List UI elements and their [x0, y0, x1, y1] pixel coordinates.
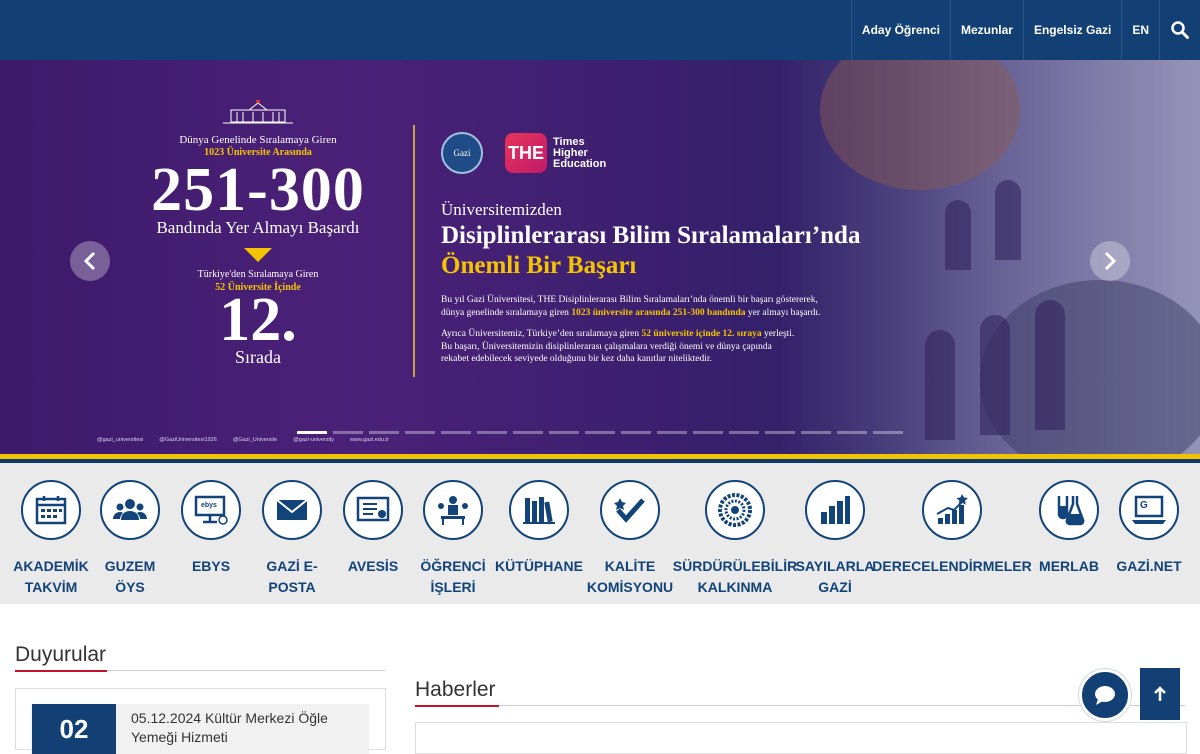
slider-dot[interactable]	[441, 431, 471, 434]
slider-dot[interactable]	[297, 431, 327, 434]
slider-dot[interactable]	[837, 431, 867, 434]
headline-intro: Üniversitemizden	[441, 200, 562, 219]
nav-engelsiz-gazi[interactable]: Engelsiz Gazi	[1022, 0, 1121, 60]
chat-button[interactable]	[1079, 669, 1131, 721]
news-panel	[415, 722, 1187, 754]
slider-dot[interactable]	[765, 431, 795, 434]
ranking-summary: Dünya Genelinde Sıralamaya Giren 1023 Ün…	[130, 100, 386, 368]
quick-link-circle[interactable]: G	[1119, 480, 1179, 540]
chat-bubble-icon	[1095, 686, 1115, 705]
slider-next-button[interactable]	[1090, 241, 1130, 281]
quick-link-circle[interactable]	[600, 480, 660, 540]
hero-logos: Gazi THE Times Higher Education	[441, 132, 606, 174]
slider-dot[interactable]	[657, 431, 687, 434]
hero-description: Bu yıl Gazi Üniversitesi, THE Disiplinle…	[441, 294, 911, 375]
slider-dot[interactable]	[693, 431, 723, 434]
news-underline	[415, 705, 1185, 707]
website-url: www.gazi.edu.tr	[349, 437, 389, 443]
quick-link-label-line2: ÖYS	[115, 579, 145, 595]
slider-dot[interactable]	[333, 431, 363, 434]
search-icon	[1171, 21, 1189, 39]
chevron-right-icon	[1104, 251, 1117, 271]
divider	[413, 125, 415, 377]
scroll-top-button[interactable]	[1140, 668, 1180, 720]
top-nav: Aday Öğrenci Mezunlar Engelsiz Gazi EN	[850, 0, 1200, 60]
slider-dot[interactable]	[369, 431, 399, 434]
arrow-up-icon	[1154, 686, 1166, 701]
nav-mezunlar[interactable]: Mezunlar	[949, 0, 1023, 60]
linkedin-handle: @gazi-university	[293, 437, 334, 443]
quick-link-circle[interactable]	[922, 480, 982, 540]
news-title: Haberler	[415, 678, 496, 701]
quick-link-label-line2: POSTA	[268, 579, 316, 595]
quality-check-icon	[614, 498, 645, 523]
turkey-rank: 12.	[219, 286, 297, 354]
the-text-1: Times	[553, 135, 585, 148]
announcement-title[interactable]: 05.12.2024 Kültür Merkezi Öğle Yemeği Hi…	[131, 709, 351, 747]
instagram-handle: @gazi_universitesi	[97, 437, 144, 443]
the-text-3: Education	[553, 157, 607, 170]
slider-dot[interactable]	[549, 431, 579, 434]
palace-logo-icon	[223, 100, 293, 124]
slider-dot[interactable]	[801, 431, 831, 434]
announcements-underline	[15, 670, 385, 672]
search-button[interactable]	[1159, 0, 1200, 60]
announcement-date: 02	[32, 704, 116, 754]
slider-dot[interactable]	[405, 431, 435, 434]
quick-link-gazi-net[interactable]: G GAZİ.NET	[1069, 480, 1200, 577]
chevron-left-icon	[83, 251, 96, 271]
quick-link-label-line2: GAZİ	[818, 579, 852, 595]
slider-dot[interactable]	[585, 431, 615, 434]
top-bar: Aday Öğrenci Mezunlar Engelsiz Gazi EN	[0, 0, 1200, 60]
the-text-2: Higher	[553, 146, 588, 159]
growth-chart-icon	[936, 494, 968, 524]
slider-prev-button[interactable]	[70, 241, 110, 281]
ranking-line-1: Dünya Genelinde Sıralamaya Giren	[179, 134, 337, 146]
svg-text:G: G	[1140, 500, 1148, 511]
quick-link-label-line2: İŞLERİ	[430, 579, 476, 595]
the-logo: THE Times Higher Education	[505, 133, 606, 173]
social-handles: @gazi_universitesi @GaziUniversitesi1926…	[97, 437, 389, 443]
slider-dot[interactable]	[513, 431, 543, 434]
slider-dot[interactable]	[477, 431, 507, 434]
announcements-panel: 02 05.12.2024 Kültür Merkezi Öğle Yemeği…	[15, 688, 386, 754]
headline-main: Disiplinlerarası Bilim Sıralamaları’nda	[441, 222, 861, 249]
slider-dot[interactable]	[621, 431, 651, 434]
ranking-band-caption: Bandında Yer Almayı Başardı	[156, 218, 360, 237]
laptop-icon: G	[1132, 495, 1166, 524]
gazi-seal-icon: Gazi	[441, 132, 483, 174]
facebook-handle: @GaziUniversitesi1926	[159, 437, 217, 443]
slider-dot[interactable]	[873, 431, 903, 434]
ranking-line-3: Türkiye'den Sıralamaya Giren	[197, 269, 319, 280]
desc-paragraph-2: Ayrıca Üniversitemiz, Türkiye’den sırala…	[441, 329, 795, 364]
the-mark: THE	[505, 133, 547, 173]
slider-dot[interactable]	[729, 431, 759, 434]
headline-highlight: Önemli Bir Başarı	[441, 252, 637, 279]
x-handle: @Gazi_Universite	[232, 437, 278, 443]
hero-slider[interactable]: Dünya Genelinde Sıralamaya Giren 1023 Ün…	[0, 60, 1200, 454]
hero-headline: Üniversitemizden Disiplinlerarası Bilim …	[441, 200, 860, 280]
quick-link-label: GAZİ.NET	[1116, 558, 1182, 574]
nav-aday-ogrenci[interactable]: Aday Öğrenci	[850, 0, 950, 60]
bar-chart-icon	[821, 496, 850, 524]
arrow-down-icon	[244, 248, 272, 262]
quick-links-bar: AKADEMİK TAKVİM GUZEM ÖYS ebys EBYS GAZİ E- POS…	[0, 463, 1200, 604]
desc-paragraph-1: Bu yıl Gazi Üniversitesi, THE Disiplinle…	[441, 295, 821, 318]
rank-caption: Sırada	[235, 347, 281, 367]
slider-dots[interactable]	[297, 431, 903, 434]
quick-link-circle[interactable]	[805, 480, 865, 540]
ranking-band: 251-300	[151, 156, 365, 224]
nav-language-en[interactable]: EN	[1121, 0, 1159, 60]
announcements-title: Duyurular	[15, 643, 107, 666]
sdg-wheel-icon	[718, 493, 752, 527]
